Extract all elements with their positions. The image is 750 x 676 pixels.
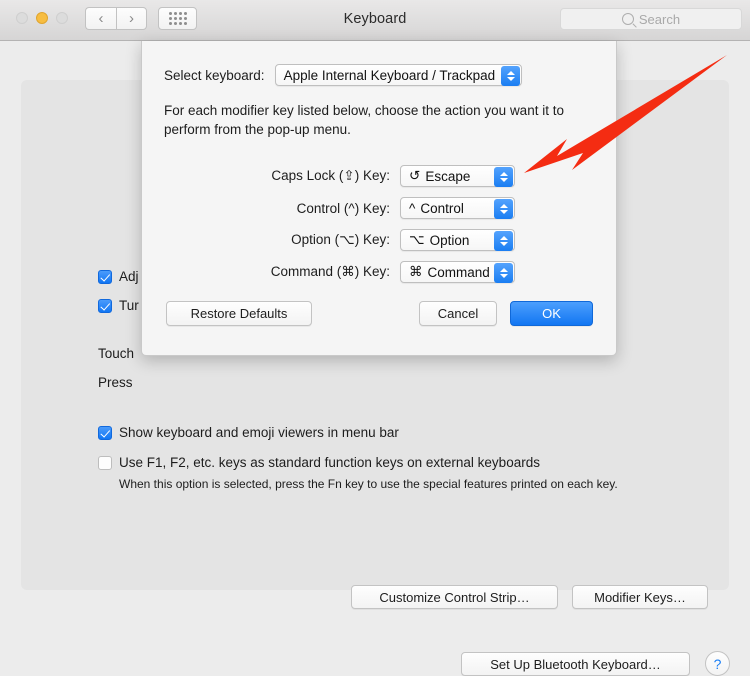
option-label: Option (⌥) Key:	[291, 232, 390, 247]
checkbox-label: Show keyboard and emoji viewers in menu …	[119, 425, 399, 440]
caps-lock-popup[interactable]: ↺ Escape	[400, 165, 515, 187]
modifier-keys-button[interactable]: Modifier Keys…	[572, 585, 708, 609]
caps-lock-value: Escape	[425, 168, 471, 184]
setup-bluetooth-keyboard-button[interactable]: Set Up Bluetooth Keyboard…	[461, 652, 690, 676]
stepper-chevrons-icon[interactable]	[494, 199, 513, 219]
checkbox-adjust-brightness[interactable]: Adj	[98, 269, 139, 284]
cancel-button[interactable]: Cancel	[419, 301, 497, 326]
modifier-row-option: Option (⌥) Key: ⌥ Option	[142, 224, 618, 256]
stepper-chevrons-icon[interactable]	[494, 231, 513, 251]
window-titlebar: ‹ › Keyboard Search	[0, 0, 750, 41]
search-icon	[621, 13, 634, 25]
modifier-keys-sheet: Select keyboard: Apple Internal Keyboard…	[141, 41, 617, 356]
press-fn-label: Press	[98, 375, 133, 390]
touch-bar-label: Touch	[98, 346, 135, 361]
modifier-row-command: Command (⌘) Key: ⌘ Command	[142, 256, 618, 288]
command-glyph-icon: ⌘	[409, 264, 423, 279]
checkbox-checked-icon	[98, 426, 112, 440]
modifier-row-caps-lock: Caps Lock (⇪) Key: ↺ Escape	[142, 160, 618, 192]
search-field[interactable]: Search	[560, 8, 742, 30]
select-keyboard-label: Select keyboard:	[164, 67, 265, 83]
restore-defaults-button[interactable]: Restore Defaults	[166, 301, 312, 326]
fn-key-note: When this option is selected, press the …	[119, 477, 618, 491]
checkbox-label: Use F1, F2, etc. keys as standard functi…	[119, 455, 540, 470]
escape-glyph-icon: ↺	[409, 168, 421, 183]
select-keyboard-row: Select keyboard: Apple Internal Keyboard…	[164, 64, 523, 86]
checkbox-checked-icon	[98, 270, 112, 284]
control-glyph-icon: ^	[409, 200, 416, 216]
search-placeholder: Search	[638, 11, 681, 27]
help-button[interactable]: ?	[705, 651, 730, 676]
caps-lock-label: Caps Lock (⇪) Key:	[271, 168, 390, 183]
control-label: Control (^) Key:	[296, 200, 390, 216]
checkbox-turn-backlight-off[interactable]: Tur	[98, 298, 139, 313]
modifier-rows: Caps Lock (⇪) Key: ↺ Escape Control (^) …	[142, 160, 618, 288]
select-keyboard-popup[interactable]: Apple Internal Keyboard / Trackpad	[274, 64, 523, 86]
customize-control-strip-button[interactable]: Customize Control Strip…	[351, 585, 558, 609]
checkbox-show-keyboard-emoji-viewers[interactable]: Show keyboard and emoji viewers in menu …	[98, 425, 399, 440]
sheet-description: For each modifier key listed below, choo…	[164, 103, 564, 137]
checkbox-unchecked-icon	[98, 456, 112, 470]
option-value: Option	[429, 232, 470, 248]
stepper-chevrons-icon[interactable]	[494, 263, 513, 283]
stepper-chevrons-icon[interactable]	[494, 167, 513, 187]
checkbox-checked-icon	[98, 299, 112, 313]
stepper-chevrons-icon[interactable]	[501, 66, 521, 86]
control-value: Control	[420, 200, 464, 216]
checkbox-label: Tur	[119, 298, 139, 313]
ok-button[interactable]: OK	[510, 301, 593, 326]
command-label: Command (⌘) Key:	[270, 264, 390, 279]
control-popup[interactable]: ^ Control	[400, 197, 515, 219]
option-glyph-icon: ⌥	[409, 232, 425, 247]
modifier-row-control: Control (^) Key: ^ Control	[142, 192, 618, 224]
command-popup[interactable]: ⌘ Command	[400, 261, 515, 283]
checkbox-label: Adj	[119, 269, 139, 284]
sheet-button-bar: Restore Defaults Cancel OK	[142, 301, 618, 331]
command-value: Command	[427, 264, 490, 280]
select-keyboard-value: Apple Internal Keyboard / Trackpad	[283, 67, 496, 83]
checkbox-use-f-keys-as-standard[interactable]: Use F1, F2, etc. keys as standard functi…	[98, 455, 540, 470]
option-popup[interactable]: ⌥ Option	[400, 229, 515, 251]
